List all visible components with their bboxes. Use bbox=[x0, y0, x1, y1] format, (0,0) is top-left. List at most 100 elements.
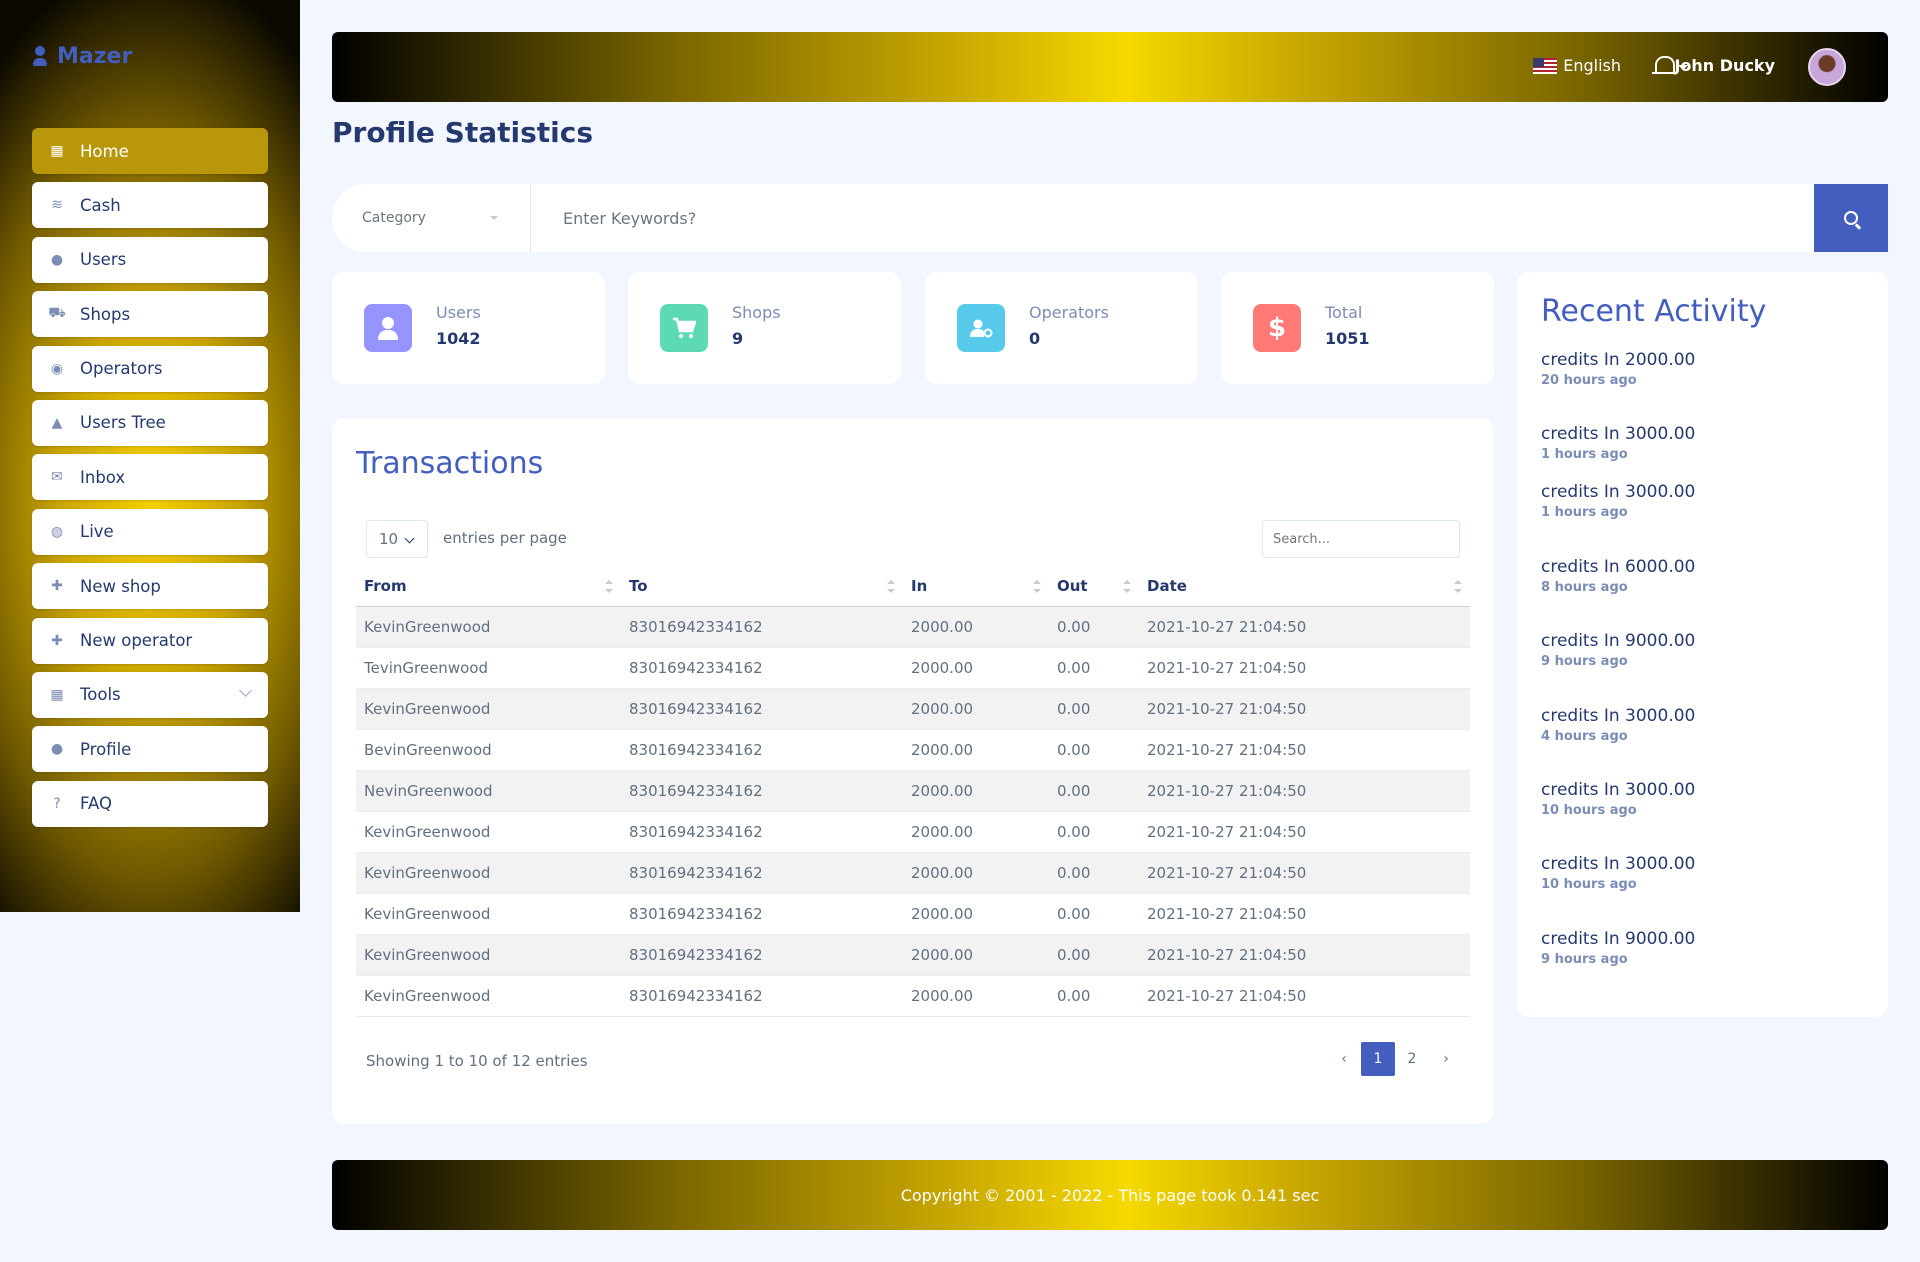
stat-label: Shops bbox=[732, 303, 781, 322]
table-cell: 2021-10-27 21:04:50 bbox=[1139, 852, 1470, 894]
sidebar-item-label: Shops bbox=[80, 304, 131, 324]
table-row[interactable]: KevinGreenwood 83016942334162 2000.00 0.00 2… bbox=[356, 606, 1470, 648]
activity-time: 9 hours ago bbox=[1541, 654, 1628, 669]
envelope-icon: ✉ bbox=[51, 469, 63, 486]
user-name[interactable]: John Ducky bbox=[1674, 56, 1775, 75]
sidebar-item-shops[interactable]: ⛟ Shops bbox=[32, 291, 268, 338]
activity-time: 10 hours ago bbox=[1541, 877, 1637, 892]
sidebar-item-cash[interactable]: ≋ Cash bbox=[32, 182, 268, 229]
table-cell: KevinGreenwood bbox=[356, 934, 621, 976]
sidebar: Mazer ▦ Home ≋ Cash ● Users ⛟ Shops ◉ Operato… bbox=[0, 0, 300, 912]
activity-text: credits In 9000.00 bbox=[1541, 631, 1696, 651]
table-cell: 83016942334162 bbox=[621, 893, 903, 935]
sidebar-item-faq[interactable]: ? FAQ bbox=[32, 780, 268, 827]
table-cell: 83016942334162 bbox=[621, 811, 903, 853]
entries-per-page-select[interactable]: 10 bbox=[366, 520, 428, 558]
stat-card-total: $ Total 1051 bbox=[1221, 272, 1494, 384]
sort-icon bbox=[605, 580, 613, 594]
table-cell: 2021-10-27 21:04:50 bbox=[1139, 606, 1470, 648]
page-title: Profile Statistics bbox=[332, 116, 593, 149]
sidebar-item-label: Tools bbox=[80, 685, 121, 705]
table-row[interactable]: KevinGreenwood 83016942334162 2000.00 0.00 2… bbox=[356, 893, 1470, 935]
table-row[interactable]: KevinGreenwood 83016942334162 2000.00 0.00 2… bbox=[356, 852, 1470, 894]
sidebar-item-label: Cash bbox=[80, 195, 121, 215]
table-search-input[interactable] bbox=[1262, 520, 1460, 558]
sidebar-item-new-operator[interactable]: ✚ New operator bbox=[32, 617, 268, 664]
stat-value: 9 bbox=[732, 329, 744, 348]
stat-card-shops: Shops 9 bbox=[628, 272, 901, 384]
user-icon: ● bbox=[50, 251, 64, 268]
grid-icon: ▦ bbox=[50, 143, 64, 159]
bell-icon[interactable] bbox=[1652, 54, 1675, 78]
activity-text: credits In 3000.00 bbox=[1541, 780, 1696, 800]
activity-item: credits In 3000.00 1 hours ago bbox=[1541, 424, 1695, 462]
sidebar-item-label: Users Tree bbox=[80, 413, 166, 433]
table-row[interactable]: BevinGreenwood 83016942334162 2000.00 0.00 2… bbox=[356, 729, 1470, 771]
column-header-out[interactable]: Out bbox=[1049, 566, 1139, 607]
sidebar-item-label: Users bbox=[80, 250, 127, 270]
table-row[interactable]: TevinGreenwood 83016942334162 2000.00 0.00 2… bbox=[356, 647, 1470, 689]
sidebar-item-home[interactable]: ▦ Home bbox=[32, 128, 268, 174]
table-cell: 83016942334162 bbox=[621, 729, 903, 771]
sidebar-item-profile[interactable]: ● Profile bbox=[32, 726, 268, 773]
stat-value: 1042 bbox=[436, 329, 481, 348]
table-row[interactable]: KevinGreenwood 83016942334162 2000.00 0.00 2… bbox=[356, 975, 1470, 1017]
page-button-2[interactable]: 2 bbox=[1395, 1042, 1429, 1076]
sidebar-item-label: Home bbox=[80, 141, 129, 161]
sort-icon bbox=[1123, 580, 1131, 594]
table-cell: 83016942334162 bbox=[621, 770, 903, 812]
sidebar-item-inbox[interactable]: ✉ Inbox bbox=[32, 454, 268, 501]
app-name: Mazer bbox=[57, 44, 133, 69]
stat-label: Operators bbox=[1029, 303, 1109, 322]
pagination: ‹ 1 2 › bbox=[1327, 1042, 1463, 1076]
table-cell: KevinGreenwood bbox=[356, 975, 621, 1017]
sidebar-item-operators[interactable]: ◉ Operators bbox=[32, 345, 268, 392]
table-row[interactable]: KevinGreenwood 83016942334162 2000.00 0.00 2… bbox=[356, 934, 1470, 976]
table-cell: 83016942334162 bbox=[621, 852, 903, 894]
table-cell: 83016942334162 bbox=[621, 975, 903, 1017]
sidebar-item-new-shop[interactable]: ✚ New shop bbox=[32, 563, 268, 610]
column-header-in[interactable]: In bbox=[903, 566, 1049, 607]
grid-icon: ▦ bbox=[50, 686, 64, 703]
table-row[interactable]: NevinGreenwood 83016942334162 2000.00 0.00 2… bbox=[356, 770, 1470, 812]
activity-item: credits In 2000.00 20 hours ago bbox=[1541, 350, 1695, 388]
activity-item: credits In 3000.00 10 hours ago bbox=[1541, 854, 1695, 892]
activity-time: 8 hours ago bbox=[1541, 580, 1628, 595]
activity-text: credits In 9000.00 bbox=[1541, 929, 1696, 949]
column-header-date[interactable]: Date bbox=[1139, 566, 1470, 607]
globe-icon: ◍ bbox=[50, 523, 64, 540]
column-header-to[interactable]: To bbox=[621, 566, 903, 607]
user-icon: ● bbox=[50, 741, 64, 758]
sidebar-item-users-tree[interactable]: ▲ Users Tree bbox=[32, 399, 268, 446]
top-navbar: English John Ducky bbox=[332, 32, 1888, 102]
user-icon bbox=[33, 45, 47, 68]
sidebar-menu: ▦ Home ≋ Cash ● Users ⛟ Shops ◉ Operators ▲ Us… bbox=[32, 128, 268, 835]
activity-time: 20 hours ago bbox=[1541, 373, 1637, 388]
table-cell: 2021-10-27 21:04:50 bbox=[1139, 770, 1470, 812]
table-cell: 0.00 bbox=[1049, 893, 1139, 935]
table-cell: 2000.00 bbox=[903, 975, 1049, 1017]
caret-down-icon bbox=[490, 216, 498, 220]
app-logo[interactable]: Mazer bbox=[33, 44, 132, 69]
prev-page-button[interactable]: ‹ bbox=[1327, 1042, 1361, 1076]
language-selector[interactable]: English bbox=[1533, 56, 1621, 75]
sidebar-item-tools[interactable]: ▦ Tools bbox=[32, 671, 268, 718]
sidebar-item-users[interactable]: ● Users bbox=[32, 236, 268, 283]
search-button[interactable] bbox=[1814, 184, 1888, 252]
table-cell: NevinGreenwood bbox=[356, 770, 621, 812]
table-row[interactable]: KevinGreenwood 83016942334162 2000.00 0.00 2… bbox=[356, 811, 1470, 853]
avatar[interactable] bbox=[1808, 48, 1846, 86]
us-flag-icon bbox=[1533, 57, 1558, 74]
next-page-button[interactable]: › bbox=[1429, 1042, 1463, 1076]
table-cell: 2000.00 bbox=[903, 688, 1049, 730]
category-select[interactable]: Category bbox=[332, 184, 531, 252]
table-cell: 2021-10-27 21:04:50 bbox=[1139, 811, 1470, 853]
sidebar-item-live[interactable]: ◍ Live bbox=[32, 508, 268, 555]
page-button-1[interactable]: 1 bbox=[1361, 1042, 1395, 1076]
column-header-from[interactable]: From bbox=[356, 566, 621, 607]
activity-text: credits In 6000.00 bbox=[1541, 557, 1696, 577]
table-cell: 2021-10-27 21:04:50 bbox=[1139, 647, 1470, 689]
transactions-body: KevinGreenwood 83016942334162 2000.00 0.00 2… bbox=[356, 606, 1470, 1017]
table-row[interactable]: KevinGreenwood 83016942334162 2000.00 0.00 2… bbox=[356, 688, 1470, 730]
keyword-input[interactable]: Enter Keywords? bbox=[531, 184, 1814, 252]
